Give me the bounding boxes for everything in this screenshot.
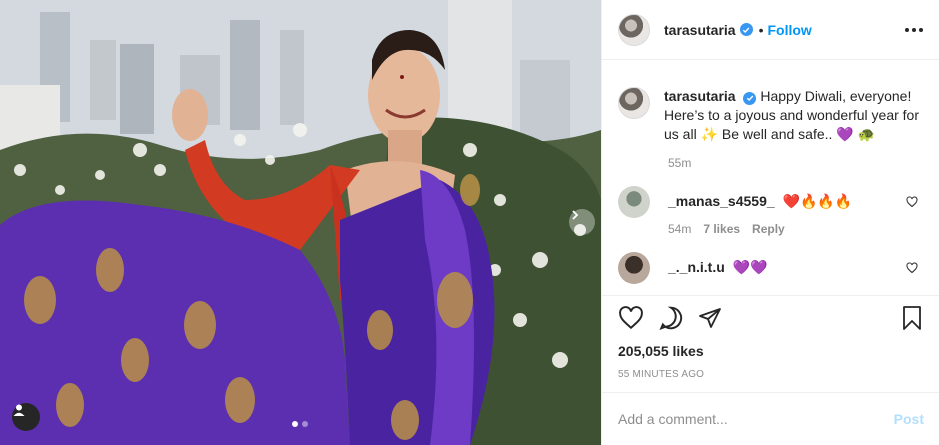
- instagram-post: tarasutaria • Follow tarasutaria Happy D…: [0, 0, 939, 445]
- add-comment-bar: Post: [602, 392, 939, 445]
- next-arrow-icon: [572, 210, 579, 220]
- bookmark-icon[interactable]: [900, 305, 924, 331]
- post-side-panel: tarasutaria • Follow tarasutaria Happy D…: [601, 0, 939, 445]
- comment-time[interactable]: 54m: [668, 222, 691, 236]
- verified-icon: [739, 23, 753, 36]
- caption-avatar[interactable]: [618, 87, 650, 119]
- follow-button[interactable]: Follow: [768, 22, 812, 38]
- comment-body: _manas_s4559_ ❤️🔥🔥🔥 54m 7 likes Reply: [668, 186, 852, 236]
- user-tag-button[interactable]: [12, 403, 40, 431]
- comment-username[interactable]: _manas_s4559_: [668, 193, 775, 209]
- post-timestamp[interactable]: 55 MINUTES AGO: [618, 369, 704, 380]
- comment-meta: 54m 7 likes Reply: [668, 222, 852, 236]
- post-comment-button[interactable]: Post: [894, 411, 924, 427]
- verified-icon: [743, 91, 757, 105]
- carousel-dot-active: [292, 421, 298, 427]
- carousel-dots: [292, 421, 308, 427]
- like-count[interactable]: 205,055 likes: [618, 343, 704, 359]
- user-tag-icon: [13, 404, 25, 416]
- comment-avatar[interactable]: [618, 252, 650, 284]
- post-photo[interactable]: [0, 0, 601, 445]
- comment-icon[interactable]: [658, 305, 684, 331]
- comment-text: 💜💜: [732, 259, 768, 275]
- comment-body: _._n.i.t.u 💜💜: [668, 252, 768, 284]
- post-actions: [602, 295, 939, 339]
- comment-text: ❤️🔥🔥🔥: [782, 193, 853, 209]
- comments-section: tarasutaria Happy Diwali, everyone! Here…: [602, 61, 939, 295]
- caption-timestamp: 55m: [668, 156, 692, 170]
- header-separator: •: [758, 21, 764, 38]
- caption-text-block: tarasutaria Happy Diwali, everyone! Here…: [664, 87, 924, 144]
- comment-input[interactable]: [618, 411, 894, 427]
- carousel-dot: [302, 421, 308, 427]
- comment-like-heart-icon[interactable]: [906, 262, 918, 274]
- share-icon[interactable]: [698, 306, 722, 330]
- comment-item: _._n.i.t.u 💜💜: [618, 252, 924, 284]
- author-username[interactable]: tarasutaria: [664, 22, 736, 38]
- next-photo-arrow[interactable]: [569, 209, 595, 235]
- more-options-icon[interactable]: [905, 27, 923, 32]
- comment-likes[interactable]: 7 likes: [703, 222, 740, 236]
- post-header: tarasutaria • Follow: [602, 0, 939, 60]
- caption-username[interactable]: tarasutaria: [664, 88, 736, 104]
- comment-username[interactable]: _._n.i.t.u: [668, 259, 725, 275]
- photo-illustration: [0, 0, 601, 445]
- comment-like-heart-icon[interactable]: [906, 196, 918, 208]
- author-avatar[interactable]: [618, 13, 650, 46]
- heart-icon[interactable]: [618, 305, 644, 331]
- comment-item: _manas_s4559_ ❤️🔥🔥🔥 54m 7 likes Reply: [618, 186, 924, 236]
- comment-avatar[interactable]: [618, 186, 650, 218]
- comment-reply-button[interactable]: Reply: [752, 222, 785, 236]
- post-caption: tarasutaria Happy Diwali, everyone! Here…: [618, 61, 924, 144]
